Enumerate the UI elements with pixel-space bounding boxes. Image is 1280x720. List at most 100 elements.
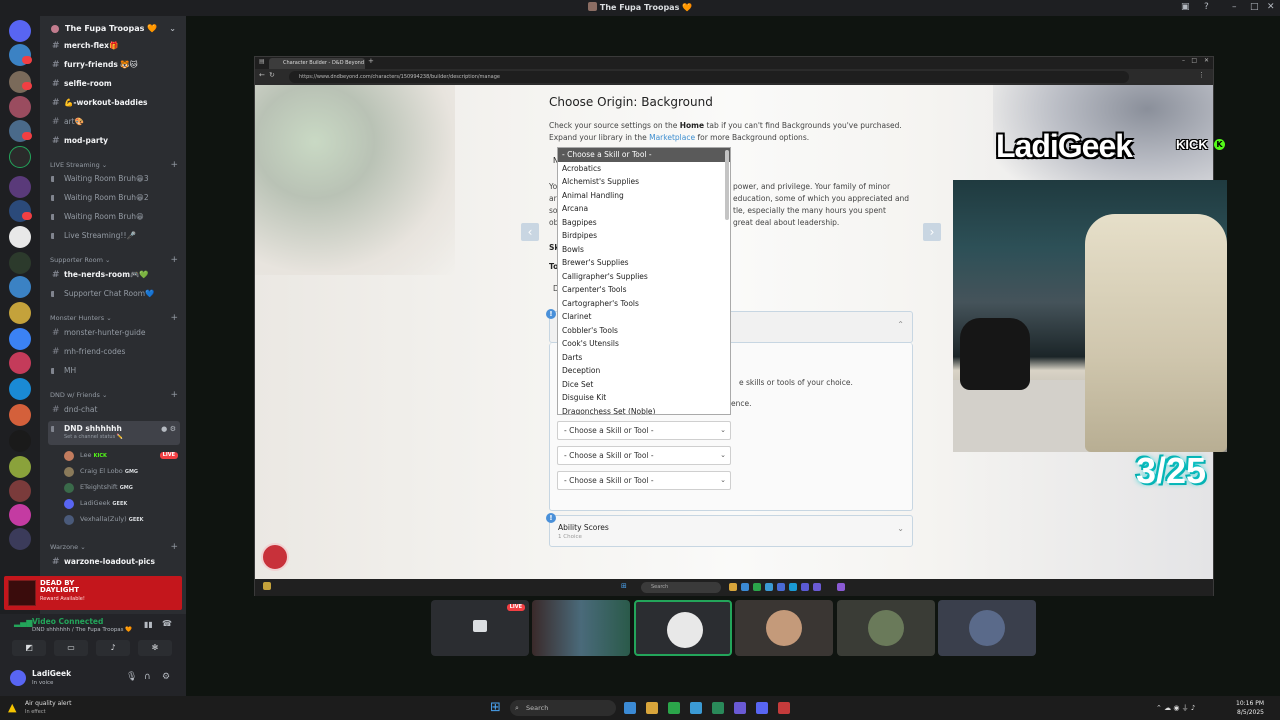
voice-user[interactable]: Craig El Lobo GMG bbox=[64, 464, 180, 479]
channel-mh-friend-codes[interactable]: # mh-friend-codes bbox=[48, 344, 180, 360]
new-tab-icon[interactable]: + bbox=[368, 57, 374, 65]
participant-tile[interactable] bbox=[938, 600, 1036, 656]
game-promo-banner[interactable]: DEAD BY DAYLIGHT Reward Available! bbox=[4, 576, 182, 610]
dropdown-option[interactable]: Darts bbox=[558, 351, 730, 365]
app-icon[interactable] bbox=[753, 583, 761, 591]
dropdown-option[interactable]: Deception bbox=[558, 364, 730, 378]
server-icon[interactable] bbox=[9, 302, 31, 324]
app-icon[interactable] bbox=[777, 583, 785, 591]
voice-channel[interactable]: Waiting Room Bruh😁 bbox=[48, 209, 180, 225]
microphone-icon[interactable]: 🎙 bbox=[126, 672, 137, 682]
voice-user[interactable]: ETeightshift GMG bbox=[64, 480, 180, 495]
dropdown-option[interactable]: Birdpipes bbox=[558, 229, 730, 243]
ability-scores-panel[interactable]: Ability Scores 1 Choice ⌄ bbox=[549, 515, 913, 547]
dropdown-option[interactable]: Disguise Kit bbox=[558, 391, 730, 405]
teams-icon[interactable] bbox=[734, 702, 746, 714]
participant-tile[interactable] bbox=[735, 600, 833, 656]
category-monster-hunters[interactable]: Monster Hunters ⌄ + bbox=[50, 312, 180, 324]
channel-art[interactable]: # art🎨 bbox=[48, 114, 180, 130]
app-icon[interactable] bbox=[712, 702, 724, 714]
voice-channel-mh[interactable]: MH bbox=[48, 363, 180, 379]
address-bar[interactable]: https://www.dndbeyond.com/characters/150… bbox=[289, 71, 1129, 83]
windows-start-icon[interactable]: ⊞ bbox=[621, 582, 627, 590]
window-menu-icon[interactable]: ▤ bbox=[259, 58, 265, 65]
participant-tile[interactable] bbox=[837, 600, 935, 656]
dropdown-option[interactable]: Acrobatics bbox=[558, 162, 730, 176]
channel-selfie-room[interactable]: # selfie-room bbox=[48, 76, 180, 92]
add-channel-icon[interactable]: + bbox=[170, 312, 178, 324]
voice-channel[interactable]: Supporter Chat Room💙 bbox=[48, 286, 180, 302]
channel-mod-party[interactable]: # mod-party bbox=[48, 133, 180, 149]
channel-furry-friends[interactable]: # furry-friends 🐯🐱 bbox=[48, 57, 180, 73]
server-header[interactable]: The Fupa Troopas 🧡 ⌄ bbox=[40, 20, 186, 38]
channel-warzone-loadout-pics[interactable]: # warzone-loadout-pics bbox=[48, 554, 180, 570]
server-icon[interactable] bbox=[9, 276, 31, 298]
dropdown-option[interactable]: Arcana bbox=[558, 202, 730, 216]
activity-button[interactable]: ♪ bbox=[96, 640, 130, 656]
maximize-icon[interactable]: □ bbox=[1191, 57, 1197, 64]
skill-tool-select-1[interactable]: - Choose a Skill or Tool - ⌄ bbox=[557, 421, 731, 440]
add-channel-icon[interactable]: + bbox=[170, 254, 178, 266]
soundboard-button[interactable]: ✻ bbox=[138, 640, 172, 656]
dropdown-option[interactable]: Dragonchess Set (Noble) bbox=[558, 405, 730, 415]
signal-icon[interactable]: ▂▄▆ bbox=[14, 618, 32, 627]
windows-start-icon[interactable]: ⊞ bbox=[490, 700, 501, 715]
server-icon[interactable] bbox=[9, 504, 31, 526]
close-button[interactable]: ✕ bbox=[1267, 2, 1275, 12]
dropdown-option[interactable]: Brewer's Supplies bbox=[558, 256, 730, 270]
teams-icon[interactable] bbox=[801, 583, 809, 591]
dropdown-option[interactable]: Cobbler's Tools bbox=[558, 324, 730, 338]
dropdown-option[interactable]: Cartographer's Tools bbox=[558, 297, 730, 311]
add-channel-icon[interactable]: + bbox=[170, 159, 178, 171]
dropdown-option[interactable]: Carpenter's Tools bbox=[558, 283, 730, 297]
tray-icons[interactable]: ⌃ ☁ ◉ ⏚ ♪ bbox=[1156, 703, 1195, 713]
voice-channel-dnd-shhhhhh[interactable]: DND shhhhhh Set a channel status ✏️ ● ⚙ bbox=[48, 421, 180, 445]
participant-tile-camera[interactable] bbox=[532, 600, 630, 656]
dropdown-option[interactable]: Bagpipes bbox=[558, 216, 730, 230]
back-icon[interactable]: ← bbox=[259, 71, 265, 79]
participant-tile-screen[interactable]: LIVE bbox=[431, 600, 529, 656]
server-icon[interactable] bbox=[9, 352, 31, 374]
voice-user[interactable]: Lee KICK LIVE bbox=[64, 448, 180, 463]
add-channel-icon[interactable]: + bbox=[170, 541, 178, 553]
dndbeyond-dice-icon[interactable] bbox=[261, 543, 289, 571]
minimize-button[interactable]: – bbox=[1232, 2, 1237, 12]
skill-tool-select-3[interactable]: - Choose a Skill or Tool - ⌄ bbox=[557, 471, 731, 490]
voice-user[interactable]: Vexhalla(Zuly) GEEK bbox=[64, 512, 180, 527]
app-icon[interactable] bbox=[778, 702, 790, 714]
skill-tool-dropdown-list[interactable]: - Choose a Skill or Tool - Acrobatics Al… bbox=[557, 147, 731, 415]
dropdown-option[interactable]: Calligrapher's Supplies bbox=[558, 270, 730, 284]
taskbar-search[interactable]: Search bbox=[641, 582, 721, 593]
dropdown-option[interactable]: Bowls bbox=[558, 243, 730, 257]
skill-tool-select-2[interactable]: - Choose a Skill or Tool - ⌄ bbox=[557, 446, 731, 465]
app-icon[interactable] bbox=[668, 702, 680, 714]
reload-icon[interactable]: ↻ bbox=[269, 71, 275, 79]
dropdown-option[interactable]: Clarinet bbox=[558, 310, 730, 324]
app-icon[interactable] bbox=[624, 702, 636, 714]
marketplace-link[interactable]: Marketplace bbox=[649, 133, 695, 142]
category-warzone[interactable]: Warzone ⌄ + bbox=[50, 541, 180, 553]
dropdown-option[interactable]: Alchemist's Supplies bbox=[558, 175, 730, 189]
inbox-icon[interactable]: ▣ bbox=[1181, 2, 1190, 12]
dropdown-option[interactable]: Cook's Utensils bbox=[558, 337, 730, 351]
dm-home-icon[interactable] bbox=[9, 20, 31, 42]
browser-menu-icon[interactable]: ⋮ bbox=[1198, 71, 1205, 79]
add-channel-icon[interactable]: + bbox=[170, 389, 178, 401]
user-avatar[interactable] bbox=[10, 670, 26, 686]
screen-share-button[interactable]: ▭ bbox=[54, 640, 88, 656]
system-clock[interactable]: 10:16 PM 8/5/2025 bbox=[1236, 699, 1264, 717]
app-icon[interactable] bbox=[690, 702, 702, 714]
participant-tile-speaking[interactable] bbox=[634, 600, 732, 656]
discord-icon[interactable] bbox=[756, 702, 768, 714]
server-icon[interactable] bbox=[9, 378, 31, 400]
next-arrow-button[interactable]: › bbox=[923, 223, 941, 241]
category-supporter-room[interactable]: Supporter Room ⌄ + bbox=[50, 254, 180, 266]
server-icon[interactable] bbox=[9, 456, 31, 478]
channel-monster-hunter-guide[interactable]: # monster-hunter-guide bbox=[48, 325, 180, 341]
previous-arrow-button[interactable]: ‹ bbox=[521, 223, 539, 241]
server-icon[interactable] bbox=[9, 252, 31, 274]
voice-channel-name[interactable]: DND shhhhhh / The Fupa Troopas 🧡 bbox=[32, 627, 132, 633]
channel-settings-icons[interactable]: ● ⚙ bbox=[161, 421, 176, 437]
server-icon[interactable] bbox=[9, 96, 31, 118]
app-icon[interactable] bbox=[837, 583, 845, 591]
